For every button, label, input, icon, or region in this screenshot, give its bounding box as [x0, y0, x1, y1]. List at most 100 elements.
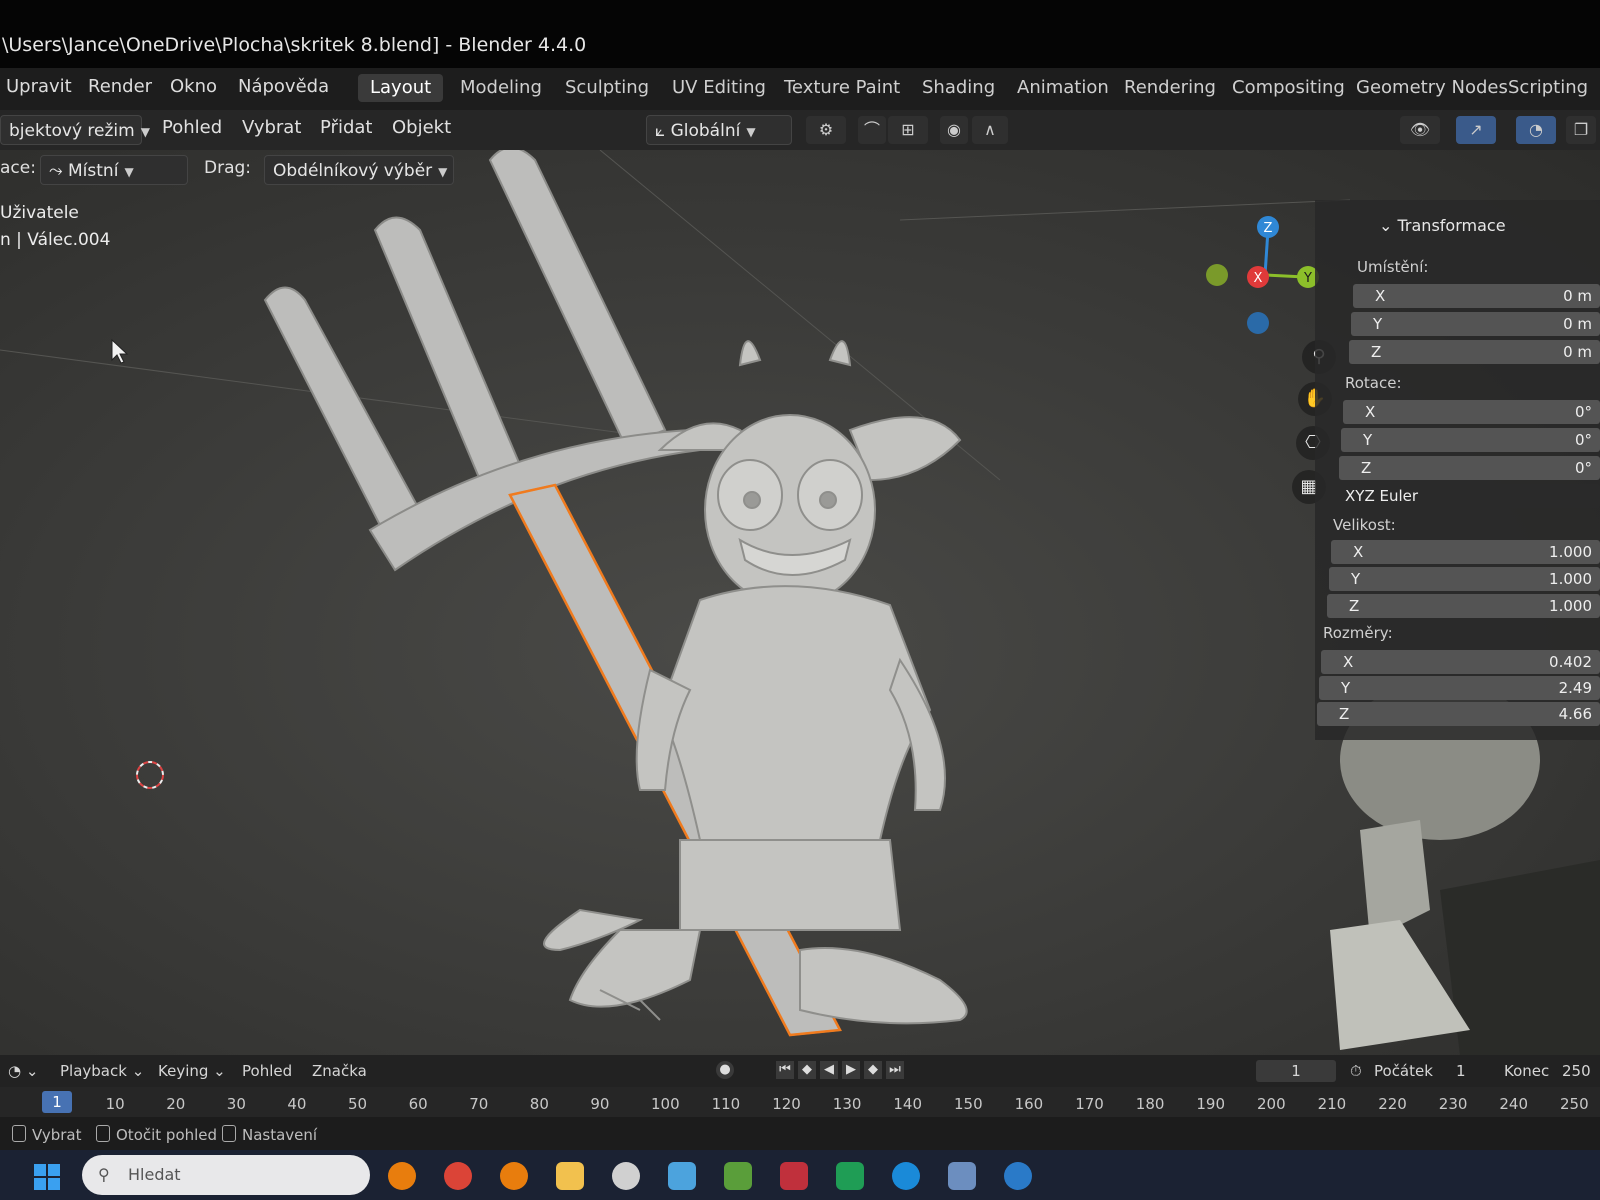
properties-sidebar: ⌄ Transformace Umístění: X0 m Y0 m Z0 m …: [1315, 200, 1600, 740]
menu-upravit[interactable]: Upravit: [6, 76, 72, 97]
timeline-menu-pohled[interactable]: Pohled: [242, 1062, 292, 1080]
menu-napoveda[interactable]: Nápověda: [238, 76, 329, 97]
scale-x-field[interactable]: X 1.000: [1331, 540, 1600, 564]
proportional-edit-icon[interactable]: ◉: [940, 116, 968, 144]
app-triangle-icon[interactable]: [724, 1162, 752, 1190]
taskbar-search-input[interactable]: ⚲ Hledat: [82, 1155, 370, 1195]
tab-geometry-nodes[interactable]: Geometry Nodes: [1344, 74, 1520, 102]
dimensions-y-field[interactable]: Y 2.49: [1319, 676, 1600, 700]
tab-modeling[interactable]: Modeling: [448, 74, 554, 102]
mode-dropdown[interactable]: bjektový režim ▼: [0, 115, 150, 145]
start-frame-label: Počátek: [1374, 1062, 1433, 1080]
timeline-tick: 130: [832, 1095, 862, 1113]
app-icon[interactable]: [612, 1162, 640, 1190]
rotation-z-field[interactable]: Z 0°: [1339, 456, 1600, 480]
play-reverse-icon[interactable]: ◀: [820, 1061, 838, 1079]
gizmo-toggle-icon[interactable]: ↗: [1456, 116, 1496, 144]
orientation-dropdown[interactable]: ⟀ Globální ▼: [646, 115, 792, 145]
overlay-toggle-icon[interactable]: ◔: [1516, 116, 1556, 144]
rotation-y-field[interactable]: Y 0°: [1341, 428, 1600, 452]
viewport-header: bjektový režim ▼ Pohled Vybrat Přidat Obj…: [0, 110, 1600, 150]
timeline-menu-playback[interactable]: Playback ⌄: [60, 1062, 144, 1080]
location-y-field[interactable]: Y0 m: [1351, 312, 1600, 336]
tab-rendering[interactable]: Rendering: [1112, 74, 1228, 102]
app-blue-icon[interactable]: [1004, 1162, 1032, 1190]
chrome-app-icon[interactable]: [444, 1162, 472, 1190]
tab-scripting[interactable]: Scripting: [1496, 74, 1600, 102]
tab-layout[interactable]: Layout: [358, 74, 444, 102]
tab-uv-editing[interactable]: UV Editing: [660, 74, 778, 102]
menu-render[interactable]: Render: [88, 76, 152, 97]
dimensions-x-field[interactable]: X 0.402: [1321, 650, 1600, 674]
menu-pohled[interactable]: Pohled: [162, 117, 222, 138]
timeline-tick: 60: [408, 1095, 428, 1113]
falloff-icon[interactable]: ∧: [972, 116, 1008, 144]
end-frame-value[interactable]: 250: [1562, 1062, 1591, 1080]
location-x-field[interactable]: X0 m: [1353, 284, 1600, 308]
timeline-tick: 230: [1438, 1095, 1468, 1113]
prev-keyframe-icon[interactable]: ◆: [798, 1061, 816, 1079]
tab-texture-paint[interactable]: Texture Paint: [772, 74, 912, 102]
pivot-label: ace:: [0, 158, 36, 178]
timeline-tick: 30: [226, 1095, 246, 1113]
chevron-down-icon: ▼: [746, 125, 756, 139]
menu-objekt[interactable]: Objekt: [392, 117, 451, 138]
timeline-ruler[interactable]: 1 10 20 30 40 50 60 70 80 90 100 110 120 130 140 150 16…: [0, 1087, 1600, 1117]
transform-section-header[interactable]: ⌄ Transformace: [1379, 216, 1506, 235]
next-keyframe-icon[interactable]: ◆: [864, 1061, 882, 1079]
rotation-mode-dropdown[interactable]: XYZ Euler: [1337, 484, 1600, 508]
xray-toggle-icon[interactable]: ❐: [1566, 116, 1596, 144]
gizmo-neg-z-axis[interactable]: [1247, 312, 1269, 334]
jump-start-icon[interactable]: ⏮: [776, 1061, 794, 1079]
start-frame-value[interactable]: 1: [1456, 1062, 1466, 1080]
timeline-tick: 20: [166, 1095, 186, 1113]
blender-app-icon-2[interactable]: [500, 1162, 528, 1190]
notepad-icon[interactable]: [668, 1162, 696, 1190]
editor-type-icon[interactable]: ◔ ⌄: [8, 1062, 38, 1080]
auto-keying-icon[interactable]: ●: [716, 1061, 734, 1079]
pivot-dropdown[interactable]: ⤳ Místní ▼: [40, 155, 188, 185]
timeline-tick: 40: [287, 1095, 307, 1113]
timeline-tick: 150: [954, 1095, 983, 1113]
file-explorer-icon[interactable]: [556, 1162, 584, 1190]
menu-vybrat[interactable]: Vybrat: [242, 117, 301, 138]
snap-target-icon[interactable]: ⊞: [888, 116, 928, 144]
snap-icon[interactable]: ⌒: [858, 116, 886, 144]
dimensions-z-field[interactable]: Z 4.66: [1317, 702, 1600, 726]
scale-y-field[interactable]: Y 1.000: [1329, 567, 1600, 591]
windows-start-icon[interactable]: [32, 1162, 62, 1192]
edge-app-icon[interactable]: [892, 1162, 920, 1190]
tab-animation[interactable]: Animation: [1005, 74, 1121, 102]
app-green-icon[interactable]: [836, 1162, 864, 1190]
timeline-menu-znacka[interactable]: Značka: [312, 1062, 367, 1080]
scale-z-field[interactable]: Z 1.000: [1327, 594, 1600, 618]
location-label: Umístění:: [1357, 258, 1429, 276]
chevron-down-icon: ▼: [140, 125, 150, 139]
tab-shading[interactable]: Shading: [910, 74, 1007, 102]
pivot-point-icon[interactable]: ⚙: [806, 116, 846, 144]
jump-end-icon[interactable]: ⏭: [886, 1061, 904, 1079]
play-icon[interactable]: ▶: [842, 1061, 860, 1079]
location-z-field[interactable]: Z0 m: [1349, 340, 1600, 364]
current-frame-field[interactable]: 1: [1256, 1060, 1336, 1082]
app-paint-icon[interactable]: [780, 1162, 808, 1190]
gizmo-neg-y-axis[interactable]: [1206, 264, 1228, 286]
visibility-icon[interactable]: 👁: [1400, 116, 1440, 144]
timeline-menu-keying[interactable]: Keying ⌄: [158, 1062, 226, 1080]
timeline-tick: 200: [1257, 1095, 1286, 1113]
scale-label: Velikost:: [1333, 516, 1396, 534]
playhead-frame[interactable]: 1: [42, 1091, 72, 1113]
menu-pridat[interactable]: Přidat: [320, 117, 372, 138]
blender-app-icon[interactable]: [388, 1162, 416, 1190]
drag-dropdown[interactable]: Obdélníkový výběr ▼: [264, 155, 454, 185]
stopwatch-icon[interactable]: ⏱: [1350, 1062, 1362, 1080]
timeline-tick: 70: [469, 1095, 489, 1113]
orientation-label: Globální: [670, 121, 741, 141]
rotation-x-field[interactable]: X 0°: [1343, 400, 1600, 424]
tab-sculpting[interactable]: Sculpting: [553, 74, 661, 102]
tab-compositing[interactable]: Compositing: [1220, 74, 1357, 102]
viewport-info-overlay: Uživatele n | Válec.004: [0, 200, 110, 254]
navigation-gizmo[interactable]: Z Y X: [1200, 205, 1330, 335]
calculator-icon[interactable]: [948, 1162, 976, 1190]
menu-okno[interactable]: Okno: [170, 76, 217, 97]
